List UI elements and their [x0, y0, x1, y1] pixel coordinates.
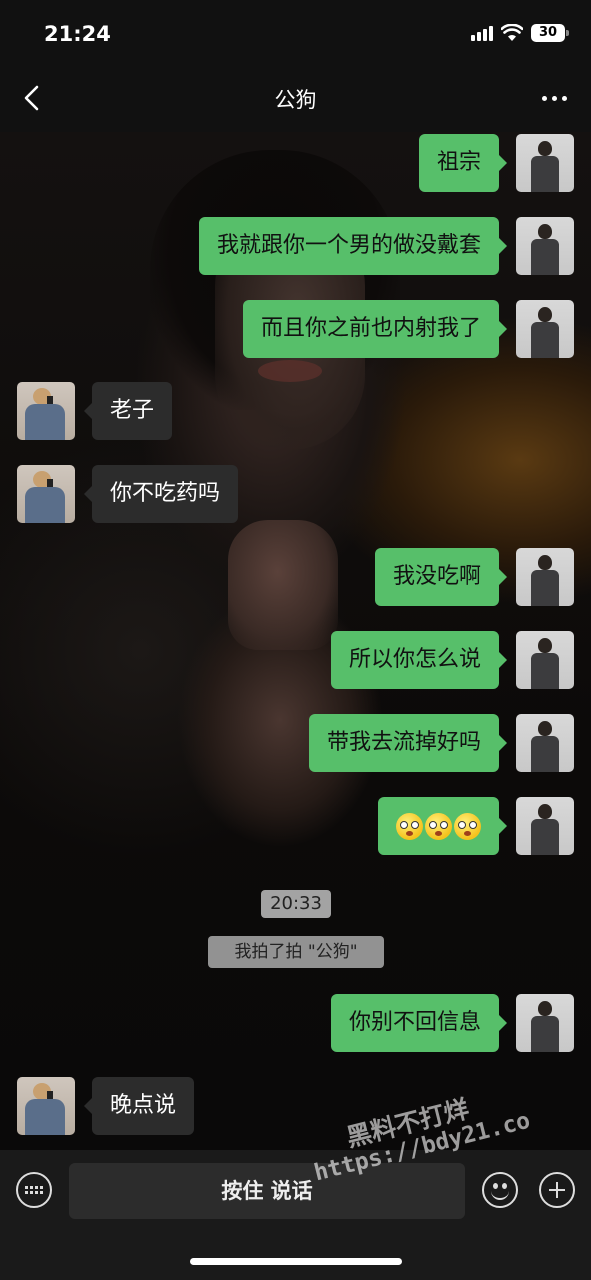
contact-avatar[interactable]	[17, 1077, 75, 1135]
battery-icon: 30	[531, 24, 569, 42]
status-bar: 21:24 30	[0, 0, 591, 62]
keyboard-icon[interactable]	[16, 1172, 52, 1208]
received-message-bubble[interactable]: 你不吃药吗	[83, 465, 239, 523]
received-message-bubble[interactable]: 老子	[83, 382, 173, 440]
message-list[interactable]: 祖宗 我就跟你一个男的做没戴套 而且你之前也内射我了 老子 你不吃药吗 我没吃啊…	[0, 130, 591, 1150]
hold-to-talk-button[interactable]: 按住 说话	[69, 1163, 465, 1219]
contact-avatar[interactable]	[17, 465, 75, 523]
sent-message-bubble[interactable]: 你别不回信息	[330, 994, 508, 1052]
my-avatar[interactable]	[516, 548, 574, 606]
contact-avatar[interactable]	[17, 382, 75, 440]
sent-message-bubble[interactable]: 所以你怎么说	[330, 631, 508, 689]
home-indicator[interactable]	[190, 1258, 402, 1265]
sent-message-bubble[interactable]: 我没吃啊	[374, 548, 508, 606]
my-avatar[interactable]	[516, 134, 574, 192]
more-options-icon[interactable]	[542, 96, 567, 101]
received-message-bubble[interactable]: 晚点说	[83, 1077, 195, 1135]
plus-icon[interactable]	[539, 1172, 575, 1208]
chat-header: 公狗	[0, 62, 591, 132]
emoji-icon[interactable]	[482, 1172, 518, 1208]
drooling-face-icon	[396, 812, 423, 840]
chat-title[interactable]: 公狗	[0, 84, 591, 114]
signal-icon	[471, 25, 493, 41]
status-indicators: 30	[471, 24, 569, 42]
sent-message-bubble[interactable]: 而且你之前也内射我了	[242, 300, 508, 358]
my-avatar[interactable]	[516, 631, 574, 689]
sent-message-bubble[interactable]: 我就跟你一个男的做没戴套	[198, 217, 508, 275]
sent-emoji-bubble[interactable]	[378, 797, 507, 855]
my-avatar[interactable]	[516, 797, 574, 855]
input-bar: 按住 说话	[0, 1150, 591, 1280]
drooling-face-icon	[454, 812, 481, 840]
my-avatar[interactable]	[516, 300, 574, 358]
pat-system-message: 我拍了拍 "公狗"	[208, 936, 384, 968]
my-avatar[interactable]	[516, 714, 574, 772]
drooling-face-icon	[425, 812, 452, 840]
sent-message-bubble[interactable]: 祖宗	[418, 134, 508, 192]
my-avatar[interactable]	[516, 217, 574, 275]
message-timestamp: 20:33	[261, 890, 331, 918]
sent-message-bubble[interactable]: 带我去流掉好吗	[308, 714, 508, 772]
status-time: 21:24	[44, 22, 111, 46]
wifi-icon	[501, 24, 523, 41]
my-avatar[interactable]	[516, 994, 574, 1052]
